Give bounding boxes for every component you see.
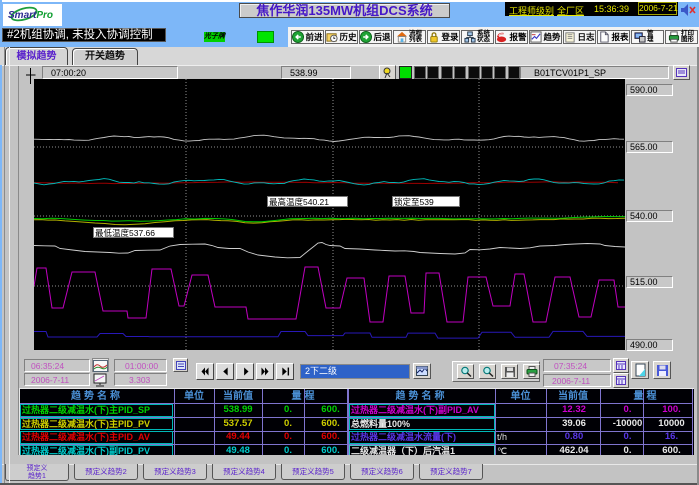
svg-text:SmartPro: SmartPro [8, 10, 53, 21]
